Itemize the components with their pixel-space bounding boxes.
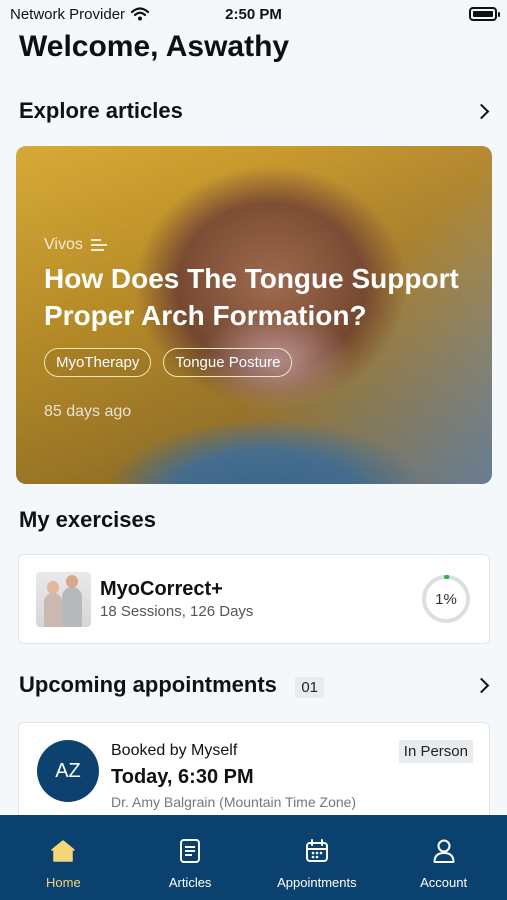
exercise-card[interactable]: MyoCorrect+ 18 Sessions, 126 Days 1% [18,554,490,644]
person-figure [44,580,62,627]
person-figure [62,574,82,627]
wifi-icon [131,7,150,21]
my-exercises-title: My exercises [19,507,156,532]
exercise-text: MyoCorrect+ 18 Sessions, 126 Days [100,578,421,620]
bottom-nav: Home Articles Appointments Account [0,815,507,900]
upcoming-appointments-title-wrap: Upcoming appointments 01 [19,672,325,699]
status-left: Network Provider [10,5,150,23]
appointment-mode-badge: In Person [398,740,473,763]
article-age: 85 days ago [44,403,132,420]
article-content: Vivos How Does The Tongue Support Proper… [44,236,468,421]
article-source-label: Vivos [44,236,83,253]
appointment-time: Today, 6:30 PM [111,766,254,788]
status-time: 2:50 PM [225,5,282,23]
account-icon [432,837,456,865]
progress-label: 1% [435,590,457,608]
progress-ring: 1% [421,574,471,624]
calendar-icon [304,837,330,865]
nav-item-home[interactable]: Home [8,837,118,891]
battery-icon [469,7,500,21]
article-title: How Does The Tongue Support Proper Arch … [44,263,459,331]
home-icon [50,837,76,865]
upcoming-appointments-title: Upcoming appointments [19,672,277,697]
nav-item-account[interactable]: Account [389,837,499,891]
articles-icon [178,837,202,865]
appointment-card[interactable]: AZ Booked by Myself Today, 6:30 PM Dr. A… [18,722,490,822]
article-tag[interactable]: MyoTherapy [44,348,152,377]
article-card[interactable]: Vivos How Does The Tongue Support Proper… [16,146,492,484]
chevron-right-icon[interactable] [473,677,490,693]
avatar: AZ [37,740,99,802]
exercise-meta: 18 Sessions, 126 Days [100,603,254,620]
nav-label-account: Account [420,875,468,890]
chevron-right-icon[interactable] [473,103,490,119]
carrier-label: Network Provider [10,5,126,23]
article-tags: MyoTherapy Tongue Posture [44,348,468,377]
exercise-thumbnail [36,571,91,627]
my-exercises-header: My exercises [19,507,491,533]
exercise-name: MyoCorrect+ [100,578,223,600]
article-tag[interactable]: Tongue Posture [163,348,293,377]
nav-label-home: Home [46,875,81,890]
article-lines-icon [90,239,107,251]
nav-item-articles[interactable]: Articles [135,837,245,891]
article-source: Vivos [44,236,468,254]
nav-label-articles: Articles [168,875,212,890]
status-bar: Network Provider 2:50 PM [0,0,507,28]
appointment-doctor: Dr. Amy Balgrain (Mountain Time Zone) [111,794,357,810]
nav-label-appointments: Appointments [277,875,357,890]
appointment-booked-by: Booked by Myself [111,742,238,759]
appointments-count-badge: 01 [295,677,325,699]
explore-articles-header[interactable]: Explore articles [19,98,491,124]
explore-articles-title: Explore articles [19,98,183,123]
upcoming-appointments-header[interactable]: Upcoming appointments 01 [19,672,491,699]
nav-item-appointments[interactable]: Appointments [262,837,372,891]
welcome-heading: Welcome, Aswathy [19,30,290,63]
